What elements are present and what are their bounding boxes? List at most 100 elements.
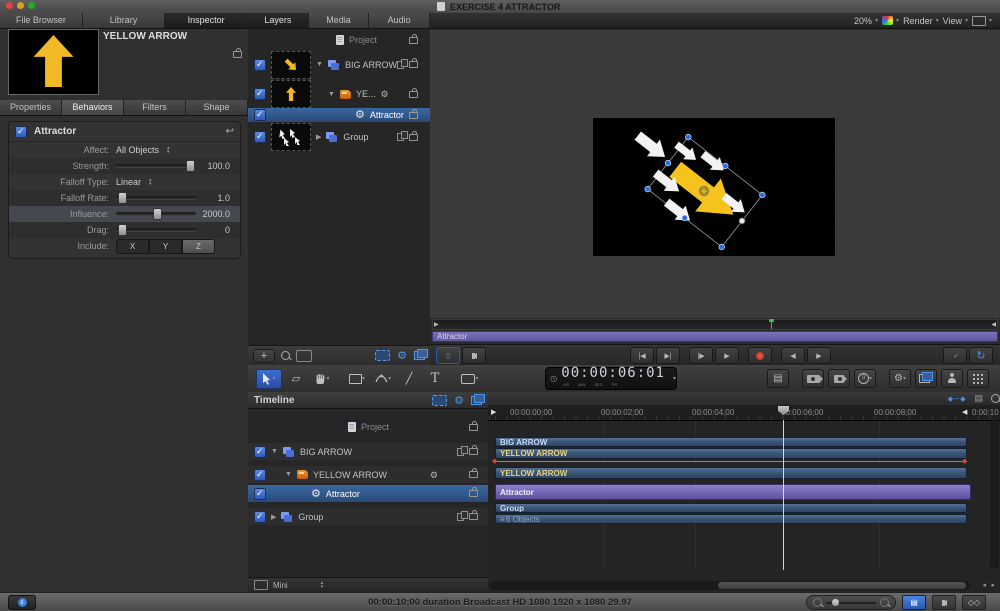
layers-row-attractor[interactable]: ⚙ Attractor — [248, 108, 430, 122]
tab-properties[interactable]: Properties — [0, 100, 62, 115]
tab-audio[interactable]: Audio — [369, 13, 430, 28]
timecode-value[interactable]: 00:00:06:01 — [561, 367, 665, 379]
disclosure-right-icon[interactable]: ▶ — [271, 513, 276, 521]
show-behaviors-icon[interactable]: ⚙ — [454, 394, 464, 407]
group-checkbox[interactable] — [254, 511, 266, 523]
layers-row-big-arrow[interactable]: ▼ BIG ARROW — [248, 49, 430, 80]
search-icon[interactable] — [281, 351, 290, 360]
timecode-popup-arrow[interactable]: ▾ — [673, 375, 676, 382]
canvas-scrubber[interactable]: ▶ ◀ — [432, 319, 998, 330]
keyframe-diamond[interactable]: ◆ — [492, 457, 497, 465]
timeline-row-group[interactable]: ▶ Group — [248, 508, 488, 525]
render-popup[interactable]: Render▾ — [903, 16, 939, 26]
big-arrow-checkbox[interactable] — [254, 59, 266, 71]
tab-shape[interactable]: Shape — [186, 100, 248, 115]
tab-filters[interactable]: Filters — [124, 100, 186, 115]
big-arrow-checkbox[interactable] — [254, 446, 266, 458]
go-to-start-button[interactable]: |◀ — [630, 347, 654, 364]
rectangle-tool[interactable]: ▾ — [345, 370, 369, 388]
keyframe-diamond[interactable]: ◆ — [962, 457, 967, 465]
strength-slider[interactable] — [116, 164, 196, 168]
go-to-end-button[interactable]: ▶| — [656, 347, 680, 364]
lock-icon[interactable] — [469, 448, 478, 455]
disclosure-down-icon[interactable]: ▼ — [271, 448, 278, 455]
audio-mute-icon[interactable] — [462, 347, 486, 364]
share-person-icon[interactable] — [941, 369, 963, 388]
disclosure-right-icon[interactable]: ▶ — [316, 133, 321, 141]
tab-layers[interactable]: Layers — [248, 13, 309, 28]
rotation-handle[interactable] — [738, 217, 746, 225]
settings-gear-icon[interactable]: ⚙▾ — [889, 369, 911, 388]
yellow-arrow-checkbox[interactable] — [254, 88, 266, 100]
canvas-workspace[interactable] — [430, 30, 1000, 318]
lock-icon[interactable] — [409, 61, 418, 68]
attractor-checkbox[interactable] — [254, 109, 266, 121]
disclosure-down-icon[interactable]: ▼ — [316, 61, 323, 68]
track-yellow-arrow-group[interactable]: YELLOW ARROW — [495, 448, 967, 459]
tab-inspector[interactable]: Inspector — [165, 13, 248, 28]
camera-icon[interactable] — [802, 369, 824, 388]
keyframe-line[interactable] — [495, 461, 967, 462]
timeline-playhead[interactable] — [783, 420, 784, 570]
lock-icon[interactable] — [409, 112, 418, 119]
include-z-button[interactable]: Z — [182, 239, 215, 254]
show-video-tracks-button[interactable]: ▤ — [902, 595, 926, 610]
timecode-display[interactable]: 00:00:06:01 HRMINSECFR ▾ — [545, 367, 677, 390]
channels-popup[interactable]: ▾ — [882, 16, 899, 25]
include-y-button[interactable]: Y — [149, 239, 182, 254]
show-filters-icon[interactable] — [471, 396, 482, 405]
info-button[interactable]: i — [8, 595, 36, 610]
timeline-ruler[interactable]: ▶ 00:00:00;00 00:00:02;00 00:00:04;00 00… — [488, 405, 1000, 421]
track-group[interactable]: Group — [495, 503, 967, 513]
timeline-zoom-icon[interactable] — [991, 394, 1000, 403]
step-forward-button[interactable]: ▶ — [807, 347, 831, 364]
transform-tool[interactable]: ▱ — [284, 370, 308, 388]
text-tool[interactable]: T — [423, 370, 447, 388]
play-from-start-button[interactable]: |▶ — [689, 347, 713, 364]
lock-icon[interactable] — [469, 424, 478, 431]
record-button[interactable] — [748, 347, 772, 364]
track-yellow-arrow-layer[interactable]: YELLOW ARROW — [495, 467, 967, 479]
yellow-arrow-checkbox[interactable] — [254, 469, 266, 481]
lock-icon[interactable] — [469, 490, 478, 497]
disclosure-down-icon[interactable]: ▼ — [328, 91, 335, 98]
lock-icon[interactable] — [233, 51, 242, 58]
lock-icon[interactable] — [409, 37, 418, 44]
minimize-window-button[interactable] — [17, 2, 24, 9]
influence-slider[interactable] — [116, 212, 196, 216]
zoom-window-button[interactable] — [28, 2, 35, 9]
disclosure-down-icon[interactable]: ▼ — [285, 471, 292, 478]
show-audio-tracks-button[interactable] — [932, 595, 956, 610]
project-stage[interactable] — [593, 118, 835, 256]
timeline-zoom-popup[interactable]: Mini ▴▾ — [248, 577, 494, 592]
group-checkbox[interactable] — [254, 131, 266, 143]
show-filters-icon[interactable] — [414, 351, 425, 360]
project-pane-icon[interactable]: ▤ — [767, 369, 789, 388]
lock-icon[interactable] — [469, 513, 478, 520]
show-mask-icon[interactable] — [375, 350, 390, 361]
track-display-icon[interactable]: ▤ — [974, 393, 983, 404]
influence-value[interactable]: 2000.0 — [202, 209, 230, 219]
track-big-arrow[interactable]: BIG ARROW — [495, 437, 967, 447]
drag-slider[interactable] — [116, 228, 196, 232]
layers-row-group[interactable]: ▶ Group — [248, 122, 430, 152]
show-behaviors-icon[interactable]: ⚙ — [397, 349, 407, 362]
window-layout-icon[interactable]: ▾ — [915, 369, 937, 388]
tab-file-browser[interactable]: File Browser — [0, 13, 83, 28]
expand-canvas-icon[interactable]: ↔ — [943, 347, 967, 364]
track-attractor[interactable]: Attractor — [495, 484, 971, 500]
loop-playback-icon[interactable]: ↻ — [969, 347, 993, 364]
tab-media[interactable]: Media — [309, 13, 370, 28]
show-keyframes-button[interactable]: ◇◇ — [962, 595, 986, 610]
falloff-rate-value[interactable]: 1.0 — [217, 193, 230, 203]
dock-icon[interactable] — [828, 369, 850, 388]
drag-value[interactable]: 0 — [225, 225, 230, 235]
in-point-marker[interactable]: ▶ — [491, 408, 496, 416]
attractor-checkbox[interactable] — [254, 488, 266, 500]
tab-library[interactable]: Library — [83, 13, 166, 28]
play-button[interactable]: ▶ — [715, 347, 739, 364]
falloff-rate-slider[interactable] — [116, 196, 196, 200]
track-objects[interactable]: ≡ 6 Objects — [495, 514, 967, 524]
show-timeline-icon[interactable]: ▯ — [436, 347, 460, 364]
zoom-in-icon[interactable] — [880, 598, 889, 607]
